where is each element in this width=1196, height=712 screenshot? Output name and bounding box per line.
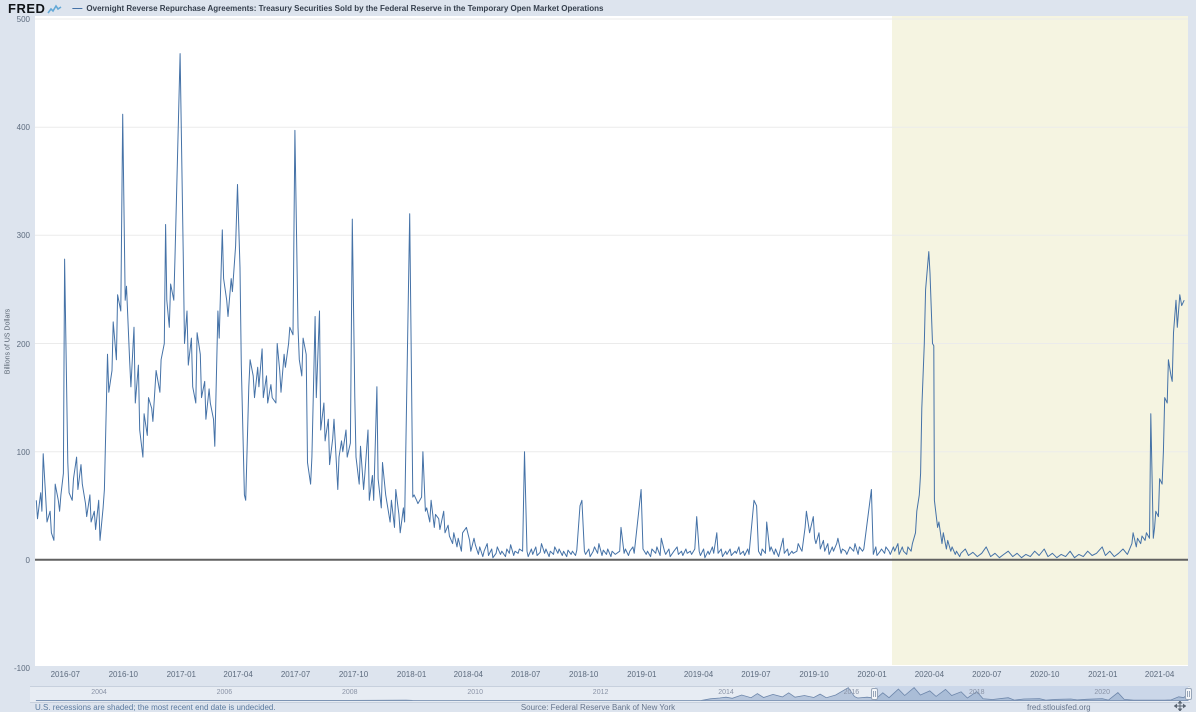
fred-graph-widget: FRED — Overnight Reverse Repurchase Agre…	[0, 0, 1196, 712]
x-tick-label: 2020-01	[857, 670, 887, 679]
x-tick-label: 2019-07	[741, 670, 771, 679]
navigator-year-label: 2020	[1094, 689, 1110, 696]
navigator-right-handle[interactable]	[1184, 688, 1192, 700]
navigator-year-label: 2008	[342, 689, 358, 696]
x-tick-label: 2017-04	[223, 670, 253, 679]
y-tick-label: 500	[16, 15, 30, 24]
navigator-year-label: 2012	[592, 689, 609, 696]
x-tick-label: 2019-04	[683, 670, 714, 679]
source-text: Source: Federal Reserve Bank of New York	[520, 703, 676, 712]
y-tick-label: 400	[16, 123, 30, 133]
x-tick-label: 2018-07	[511, 670, 541, 679]
y-tick-label: -100	[13, 664, 30, 673]
navigator-year-label: 2004	[91, 689, 107, 696]
y-tick-label: 300	[16, 231, 30, 241]
x-tick-label: 2017-07	[280, 670, 311, 679]
x-tick-label: 2021-04	[1144, 670, 1175, 679]
x-tick-label: 2017-01	[166, 670, 196, 679]
navigator-year-label: 2016	[843, 689, 860, 696]
x-tick-label: 2018-04	[453, 670, 483, 679]
x-tick-label: 2020-10	[1030, 670, 1060, 679]
x-tick-label: 2016-07	[50, 670, 80, 679]
navigator-year-label: 2006	[216, 689, 233, 696]
x-tick-label: 2021-01	[1088, 670, 1118, 679]
x-tick-label: 2020-04	[914, 670, 945, 679]
navigator-selected-range[interactable]	[874, 686, 1189, 701]
navigator-year-label: 2018	[969, 689, 985, 696]
y-tick-label: 0	[25, 555, 30, 565]
x-tick-label: 2018-01	[396, 670, 427, 679]
x-tick-label: 2017-10	[338, 670, 369, 679]
navigator-year-label: 2010	[467, 689, 483, 696]
chart-area[interactable]	[0, 0, 1196, 712]
x-tick-label: 2016-10	[108, 670, 138, 679]
navigator-year-label: 2014	[718, 689, 734, 696]
x-tick-label: 2019-10	[799, 670, 829, 679]
x-tick-label: 2019-01	[627, 670, 657, 679]
navigator-left-handle[interactable]	[871, 688, 879, 700]
y-tick-label: 200	[16, 339, 30, 349]
x-tick-label: 2020-07	[972, 670, 1002, 679]
y-tick-label: 100	[16, 447, 30, 457]
move-resize-icon[interactable]	[1174, 701, 1186, 711]
fred-site-link[interactable]: fred.stlouisfed.org	[1027, 703, 1091, 712]
x-tick-label: 2018-10	[569, 670, 599, 679]
